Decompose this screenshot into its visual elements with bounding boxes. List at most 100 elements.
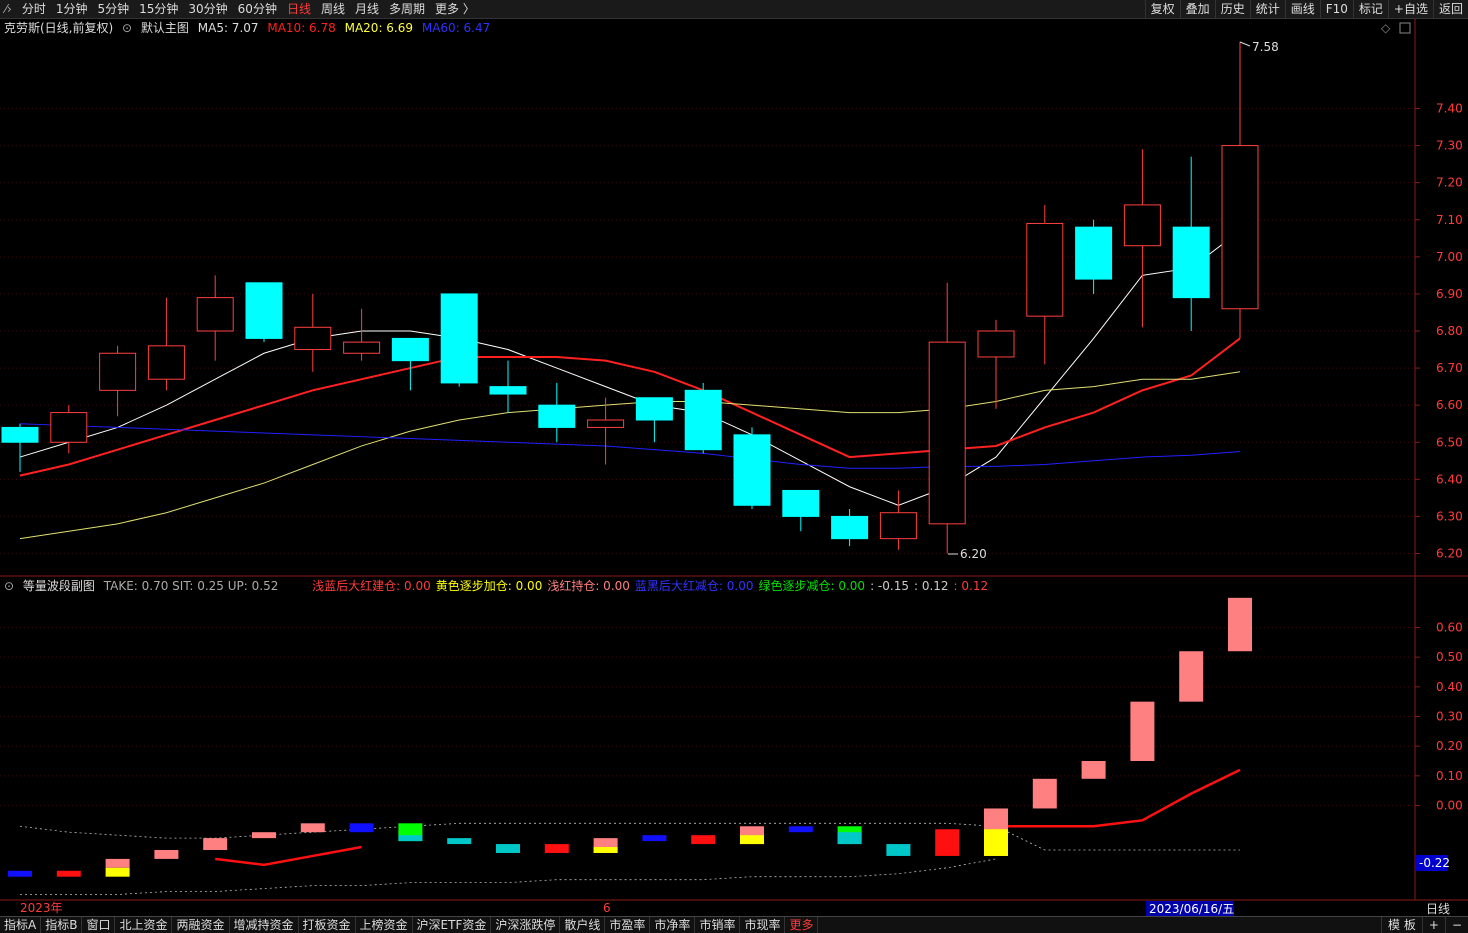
indicator-tab-1[interactable]: 指标B	[41, 917, 83, 933]
indicator-tab-13[interactable]: 市销率	[695, 917, 741, 933]
sub-tick-label: 0.00	[1436, 799, 1463, 813]
candle[interactable]	[147, 297, 185, 391]
sub-bar-body	[642, 835, 667, 842]
indicator-tab-12[interactable]: 市净率	[650, 917, 696, 933]
toolbar-button-0[interactable]: 复权	[1144, 0, 1180, 18]
sub-legend-item-3: 蓝黑后大红减仓: 0.00	[634, 579, 754, 593]
menu-icon[interactable]: ⁄›	[0, 0, 17, 18]
toolbar-button-7[interactable]: +自选	[1387, 0, 1433, 18]
toolbar-button-1[interactable]: 叠加	[1179, 0, 1215, 18]
indicator-tab-9[interactable]: 沪深涨跌停	[491, 917, 561, 933]
candle[interactable]	[1123, 149, 1161, 328]
candle-body	[245, 282, 283, 339]
remove-panel-button[interactable]: −	[1444, 917, 1468, 933]
sub-bar	[1081, 761, 1106, 779]
candle[interactable]	[245, 282, 283, 343]
candle[interactable]	[733, 427, 771, 509]
indicator-tab-7[interactable]: 上榜资金	[356, 917, 413, 933]
sub-indicator-name[interactable]: 等量波段副图	[23, 579, 95, 593]
candle[interactable]	[1172, 156, 1210, 331]
candle[interactable]	[928, 282, 966, 554]
indicator-tab-0[interactable]: 指标A	[0, 917, 42, 933]
candle[interactable]	[879, 490, 917, 550]
candle[interactable]	[977, 319, 1015, 409]
sub-bar-yellow	[105, 867, 130, 877]
candle[interactable]	[294, 293, 332, 372]
bottom-right: 模 板 + −	[1381, 917, 1468, 933]
sub-bar-body	[105, 858, 130, 868]
panel-toggle-icon[interactable]	[1399, 22, 1411, 34]
indicator-tab-3[interactable]: 北上资金	[115, 917, 173, 933]
candle-body	[1, 426, 39, 443]
sub-bar-body	[1179, 651, 1204, 702]
candle[interactable]	[782, 489, 820, 532]
sub-bar	[447, 838, 472, 845]
candle-body	[733, 434, 771, 506]
indicator-tab-14[interactable]: 市现率	[740, 917, 786, 933]
tab-4[interactable]: 30分钟	[183, 0, 232, 18]
indicator-tab-8[interactable]: 沪深ETF资金	[413, 917, 492, 933]
tab-0[interactable]: 分时	[17, 0, 51, 18]
candle[interactable]	[1026, 204, 1064, 365]
price-tick-label: 6.40	[1436, 472, 1463, 486]
indicator-tab-5[interactable]: 增减持资金	[230, 917, 299, 933]
candle[interactable]	[343, 308, 381, 361]
candle[interactable]	[635, 397, 673, 443]
indicator-tab-10[interactable]: 散户线	[560, 917, 606, 933]
tab-3[interactable]: 15分钟	[134, 0, 183, 18]
toolbar-button-4[interactable]: 画线	[1284, 0, 1320, 18]
price-tick-label: 7.10	[1436, 213, 1463, 227]
price-tick-label: 7.20	[1436, 176, 1463, 190]
sub-bar-body	[154, 850, 179, 859]
tab-9[interactable]: 多周期	[384, 0, 430, 18]
toolbar-button-2[interactable]: 历史	[1214, 0, 1250, 18]
sub-bar-body	[447, 838, 472, 845]
toolbar-button-3[interactable]: 统计	[1249, 0, 1285, 18]
template-button[interactable]: 模 板	[1381, 917, 1422, 933]
tab-1[interactable]: 1分钟	[51, 0, 93, 18]
top-toolbar: ⁄› 分时 1分钟 5分钟 15分钟 30分钟 60分钟 日线 周线 月线 多周期 更多 〉 复权叠…	[0, 0, 1468, 19]
indicator-tab-11[interactable]: 市盈率	[605, 917, 651, 933]
candle[interactable]	[99, 345, 137, 417]
indicator-tab-2[interactable]: 窗口	[82, 917, 116, 933]
toolbar-button-5[interactable]: F10	[1319, 0, 1353, 18]
toolbar-button-6[interactable]: 标记	[1352, 0, 1388, 18]
add-panel-button[interactable]: +	[1421, 917, 1445, 933]
candle[interactable]	[196, 275, 234, 361]
indicator-tab-4[interactable]: 两融资金	[172, 917, 230, 933]
candle[interactable]	[1075, 219, 1113, 294]
candle[interactable]	[440, 293, 478, 387]
candle-body	[538, 404, 576, 428]
indicator-tab-6[interactable]: 打板资金	[299, 917, 356, 933]
sub-bar-body	[300, 823, 325, 833]
period-tabs: 分时 1分钟 5分钟 15分钟 30分钟 60分钟 日线 周线 月线 多周期 更多 〉	[17, 0, 480, 18]
candle[interactable]	[1221, 41, 1259, 339]
candle[interactable]	[587, 397, 625, 465]
line-ma10	[19, 337, 1241, 477]
cursor-date: 2023/06/16/五	[1149, 902, 1234, 916]
toolbar-button-8[interactable]: 返回	[1432, 0, 1468, 18]
candle[interactable]	[684, 382, 722, 454]
tab-7[interactable]: 周线	[316, 0, 350, 18]
sub-legend-item-7: : 0.12	[953, 579, 989, 593]
candle[interactable]	[1, 423, 39, 472]
tab-6[interactable]: 日线	[282, 0, 316, 18]
tab-10[interactable]: 更多 〉	[430, 0, 480, 18]
sub-bar	[1032, 778, 1057, 809]
candle[interactable]	[831, 509, 869, 547]
tab-5[interactable]: 60分钟	[233, 0, 282, 18]
sub-settings-icon[interactable]: ⊙	[4, 579, 14, 593]
candle-body	[147, 345, 185, 380]
template-label[interactable]: 默认主图	[141, 21, 189, 35]
sub-bar	[544, 844, 569, 853]
ma60-value: MA60: 6.47	[421, 21, 491, 35]
chart-canvas[interactable]: 7.40 7.30 7.20 7.10 7.00 6.90 6.80 6.70 6.60 6.50…	[0, 0, 1468, 932]
stock-title[interactable]: 克劳斯(日线,前复权)	[4, 21, 113, 35]
candle[interactable]	[538, 382, 576, 443]
template-settings-icon[interactable]: ⊙	[122, 21, 132, 35]
diamond-icon[interactable]: ◇	[1381, 21, 1391, 35]
indicator-tab-15[interactable]: 更多	[785, 917, 819, 933]
tab-2[interactable]: 5分钟	[92, 0, 134, 18]
sub-bar-body	[886, 844, 911, 856]
tab-8[interactable]: 月线	[350, 0, 384, 18]
